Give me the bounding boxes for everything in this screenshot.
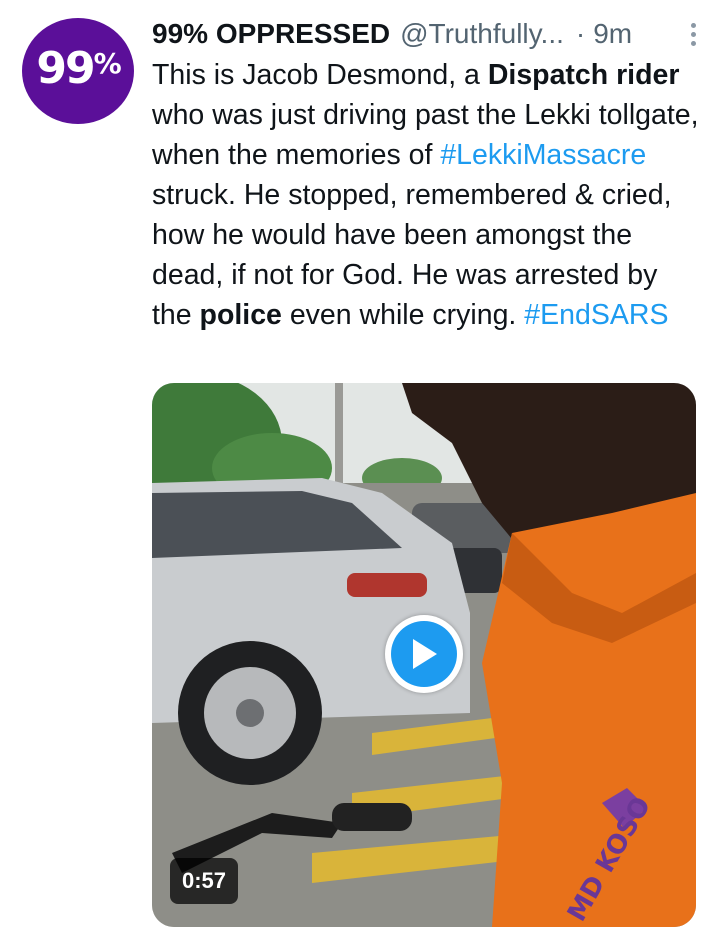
- play-button[interactable]: [385, 615, 463, 693]
- separator-dot: ·: [575, 18, 586, 49]
- author-handle[interactable]: @Truthfully...: [400, 18, 564, 50]
- tweet-header: 99% OPPRESSED @Truthfully... · 9m: [152, 14, 700, 54]
- author-avatar[interactable]: 99%: [22, 18, 134, 124]
- bold-text: police: [199, 299, 282, 331]
- video-duration-badge: 0:57: [170, 858, 239, 904]
- more-vertical-icon[interactable]: [687, 17, 700, 52]
- tweet-timestamp[interactable]: 9m: [593, 18, 632, 50]
- video-player[interactable]: MD KOSO 0:57: [152, 383, 696, 927]
- author-name[interactable]: 99% OPPRESSED: [152, 18, 390, 50]
- hashtag-link[interactable]: #EndSARS: [524, 299, 668, 331]
- tweet-text-segment: even while crying.: [281, 299, 525, 331]
- tweet-text: This is Jacob Desmond, a Dispatch rider …: [152, 55, 702, 335]
- hashtag-link[interactable]: #LekkiMassacre: [440, 139, 646, 171]
- avatar-logo-text: 99%: [36, 42, 121, 94]
- play-icon: [413, 639, 437, 669]
- tweet-text-segment: This is Jacob Desmond, a: [152, 59, 488, 91]
- bold-text: Dispatch rider: [487, 59, 680, 91]
